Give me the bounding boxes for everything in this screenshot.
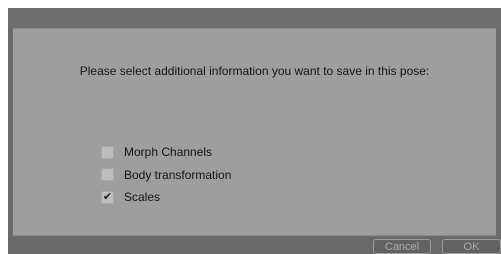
dialog-footer: Cancel OK — [8, 237, 501, 254]
scales-label[interactable]: Scales — [124, 190, 160, 204]
body-transformation-label[interactable]: Body transformation — [124, 168, 231, 182]
option-morph-channels[interactable]: Morph Channels — [101, 141, 231, 164]
ok-button[interactable]: OK — [442, 239, 501, 254]
morph-channels-checkbox[interactable] — [101, 145, 114, 159]
save-pose-dialog: Please select additional information you… — [8, 8, 501, 254]
morph-channels-label[interactable]: Morph Channels — [124, 145, 212, 159]
cancel-button[interactable]: Cancel — [373, 239, 431, 254]
dialog-titlebar[interactable] — [8, 8, 501, 28]
prompt-text: Please select additional information you… — [79, 64, 430, 78]
scales-checkbox[interactable]: ✔ — [101, 190, 114, 204]
options-list: Morph Channels Body transformation ✔ Sca… — [101, 141, 231, 209]
option-body-transformation[interactable]: Body transformation — [101, 164, 231, 187]
body-transformation-checkbox[interactable] — [101, 168, 114, 182]
option-scales[interactable]: ✔ Scales — [101, 186, 231, 209]
dialog-content: Please select additional information you… — [13, 28, 496, 236]
